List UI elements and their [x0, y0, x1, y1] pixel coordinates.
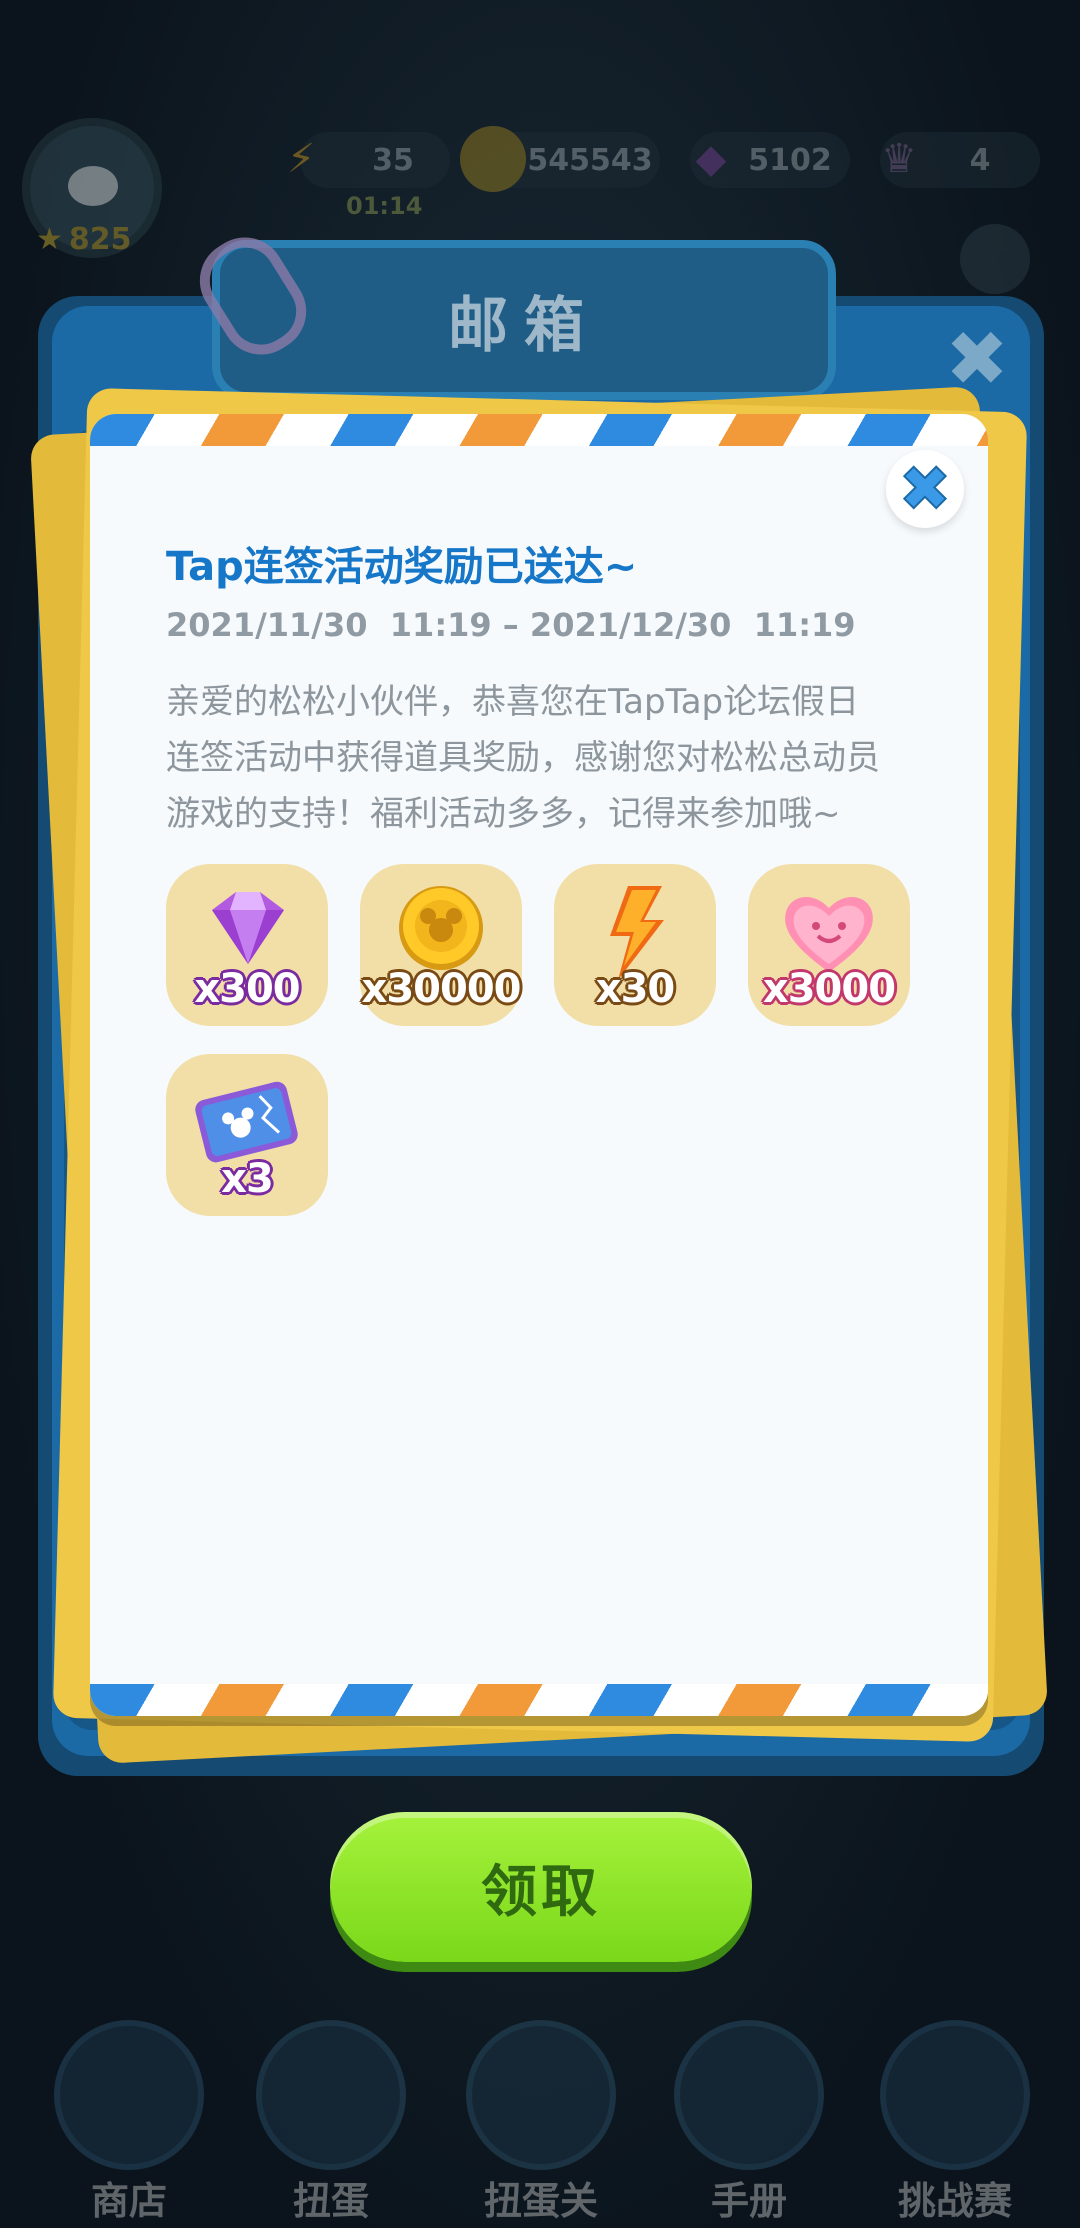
reward-item-gem[interactable]: x300 [166, 864, 328, 1026]
reward-quantity: x3 [221, 1156, 274, 1202]
bottom-nav: 商店 扭蛋 扭蛋关 手册 挑战赛 [0, 2010, 1080, 2228]
reward-quantity: x300 [194, 966, 300, 1012]
reward-quantity: x30 [595, 966, 675, 1012]
nav-handbook[interactable]: 手册 [664, 2020, 834, 2223]
nav-challenge[interactable]: 挑战赛 [870, 2020, 1040, 2223]
mailbox-title: 邮箱 [448, 290, 600, 361]
player-level: ★ 825 [36, 222, 132, 257]
play-icon [466, 2020, 616, 2170]
challenge-icon [880, 2020, 1030, 2170]
coin-icon [460, 126, 526, 192]
star-icon: ★ [36, 222, 63, 257]
reward-list: x300 x30000 x30 x3000 x3 [166, 864, 946, 1216]
handbook-icon [674, 2020, 824, 2170]
claim-button[interactable]: 领取 [330, 1812, 752, 1962]
mailbox-close-icon[interactable]: ✖ [938, 320, 1016, 398]
mail-body-line: 亲爱的松松小伙伴，恭喜您在TapTap论坛假日 [166, 682, 860, 722]
avatar-face-icon [68, 166, 118, 206]
gacha-icon [256, 2020, 406, 2170]
letter-close-icon[interactable]: ✖ [886, 450, 964, 528]
energy-timer: 01:14 [346, 192, 423, 220]
claim-button-label: 领取 [481, 1859, 601, 1925]
mail-body-line: 游戏的支持！福利活动多多，记得来参加哦~ [166, 794, 841, 834]
airmail-stripe-bottom [90, 1684, 988, 1716]
energy-lightning-icon: ⚡ [286, 136, 316, 182]
airmail-stripe-top [90, 414, 988, 446]
mail-letter: ✖ Tap连签活动奖励已送达~ 2021/11/30 11:19 – 2021/… [90, 414, 988, 1716]
shop-icon [54, 2020, 204, 2170]
reward-item-lightning[interactable]: x30 [554, 864, 716, 1026]
reward-item-ticket[interactable]: x3 [166, 1054, 328, 1216]
reward-item-heart[interactable]: x3000 [748, 864, 910, 1026]
reward-quantity: x3000 [762, 966, 896, 1012]
mail-date-range: 2021/11/30 11:19 – 2021/12/30 11:19 [166, 606, 856, 644]
nav-gacha-level[interactable]: 扭蛋关 [456, 2020, 626, 2223]
speaker-icon[interactable] [960, 224, 1030, 294]
reward-item-coin[interactable]: x30000 [360, 864, 522, 1026]
mail-body: 亲爱的松松小伙伴，恭喜您在TapTap论坛假日 连签活动中获得道具奖励，感谢您对… [166, 674, 966, 842]
reward-quantity: x30000 [361, 966, 522, 1012]
nav-gacha[interactable]: 扭蛋 [246, 2020, 416, 2223]
crown-icon: ♛ [881, 136, 917, 182]
nav-shop[interactable]: 商店 [44, 2020, 214, 2223]
gem-icon: ◆ [695, 136, 727, 182]
mail-title: Tap连签活动奖励已送达~ [166, 544, 638, 590]
mail-body-line: 连签活动中获得道具奖励，感谢您对松松总动员 [166, 738, 880, 778]
